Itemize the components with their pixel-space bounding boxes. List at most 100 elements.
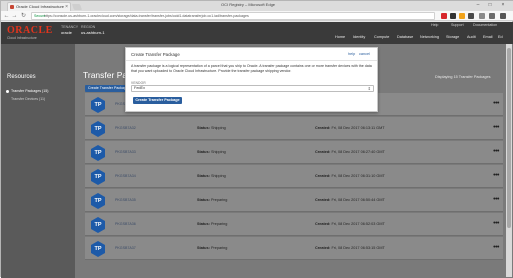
nav-database[interactable]: Database bbox=[397, 35, 413, 39]
transfer-package-icon: TP bbox=[91, 241, 105, 257]
nav-networking[interactable]: Networking bbox=[420, 35, 439, 39]
created-value: Fri, 08 Dec 2017 06:52:03 GMT bbox=[331, 222, 385, 226]
nav-home[interactable]: Home bbox=[335, 35, 345, 39]
extension-icon[interactable] bbox=[489, 13, 495, 19]
page-scrollbar[interactable] bbox=[506, 44, 512, 277]
row-actions-icon[interactable]: ••• bbox=[493, 196, 499, 203]
tab-strip: Oracle Cloud Infrastructure × OCI Regist… bbox=[1, 1, 513, 11]
row-created: Created: Fri, 08 Dec 2017 06:50:44 GMT bbox=[315, 198, 385, 202]
nav-email[interactable]: Email bbox=[483, 35, 493, 39]
row-actions-icon[interactable]: ••• bbox=[493, 100, 499, 107]
row-created: Created: Fri, 08 Dec 2017 06:27:40 GMT bbox=[315, 150, 385, 154]
created-value: Fri, 08 Dec 2017 06:50:44 GMT bbox=[331, 198, 385, 202]
close-tab-icon[interactable]: × bbox=[65, 3, 68, 11]
back-button[interactable]: ← bbox=[3, 12, 10, 20]
sidebar-item-transfer-packages[interactable]: Transfer Packages (15) bbox=[11, 89, 48, 93]
nav-audit[interactable]: Audit bbox=[467, 35, 476, 39]
dialog-description: A transfer package is a logical represen… bbox=[131, 64, 372, 73]
status-value: Shipping bbox=[210, 126, 226, 130]
created-label: Created: bbox=[315, 126, 331, 130]
row-actions-icon[interactable]: ••• bbox=[493, 172, 499, 179]
support-link[interactable]: Support bbox=[451, 23, 464, 27]
extension-icon[interactable] bbox=[468, 13, 474, 19]
dialog-title: Create Transfer Package bbox=[131, 52, 180, 57]
region-label: REGION bbox=[81, 25, 96, 29]
help-link[interactable]: Help bbox=[431, 23, 438, 27]
extension-icon[interactable] bbox=[441, 13, 447, 19]
create-transfer-package-dialog: Create Transfer Package help cancel A tr… bbox=[125, 47, 378, 112]
row-actions-icon[interactable]: ••• bbox=[493, 124, 499, 131]
close-window-button[interactable]: × bbox=[498, 1, 508, 10]
console-header: ORACLE Cloud Infrastructure TENANCY orac… bbox=[1, 22, 513, 44]
status-value: Shipping bbox=[210, 150, 226, 154]
transfer-package-icon: TP bbox=[91, 169, 105, 185]
table-row[interactable]: TP PKGSB7A37 Status: Preparing Created: … bbox=[85, 237, 503, 260]
package-name-link[interactable]: PKGSB7A36 bbox=[115, 222, 136, 226]
row-status: Status: Preparing bbox=[197, 222, 227, 226]
package-name-link[interactable]: PKGSB7A33 bbox=[115, 150, 136, 154]
select-caret-icon: ⇕ bbox=[367, 86, 371, 91]
resources-title: Resources bbox=[7, 74, 36, 80]
created-label: Created: bbox=[315, 246, 331, 250]
table-row[interactable]: TP PKGSB7A32 Status: Shipping Created: F… bbox=[85, 117, 503, 140]
row-actions-icon[interactable]: ••• bbox=[493, 244, 499, 251]
table-row[interactable]: TP PKGSB7A33 Status: Shipping Created: F… bbox=[85, 141, 503, 164]
created-label: Created: bbox=[315, 150, 331, 154]
logo-subtitle: Cloud Infrastructure bbox=[7, 36, 37, 40]
package-name-link[interactable]: PKGSB7A35 bbox=[115, 198, 136, 202]
row-status: Status: Shipping bbox=[197, 126, 226, 130]
menu-icon[interactable] bbox=[500, 13, 506, 19]
minimize-button[interactable]: – bbox=[473, 1, 483, 10]
new-tab-button[interactable] bbox=[71, 4, 83, 10]
table-row[interactable]: TP PKGSB7A35 Status: Preparing Created: … bbox=[85, 189, 503, 212]
oracle-logo[interactable]: ORACLE bbox=[7, 25, 53, 36]
extension-icon[interactable] bbox=[479, 13, 485, 19]
maximize-button[interactable]: □ bbox=[485, 1, 495, 10]
browser-window: Oracle Cloud Infrastructure × OCI Regist… bbox=[0, 0, 513, 278]
package-name-link[interactable]: PKGSB7A34 bbox=[115, 174, 136, 178]
table-row[interactable]: TP PKGSB7A34 Status: Shipping Created: F… bbox=[85, 165, 503, 188]
region-value[interactable]: us-ashburn-1 bbox=[81, 30, 105, 35]
vendor-select[interactable]: FedEx ⇕ bbox=[131, 85, 374, 92]
status-label: Status: bbox=[197, 126, 210, 130]
url-input[interactable]: Secure https://console.us-ashburn-1.orac… bbox=[31, 12, 435, 20]
row-actions-icon[interactable]: ••• bbox=[493, 148, 499, 155]
browser-tab[interactable]: Oracle Cloud Infrastructure × bbox=[7, 2, 71, 11]
created-label: Created: bbox=[315, 222, 331, 226]
row-created: Created: Fri, 08 Dec 2017 06:13:11 GMT bbox=[315, 126, 385, 130]
nav-compute[interactable]: Compute bbox=[374, 35, 389, 39]
transfer-package-icon: TP bbox=[91, 145, 105, 161]
address-bar: ← → ↻ Secure https://console.us-ashburn-… bbox=[1, 11, 513, 21]
tenancy-value[interactable]: oracle bbox=[61, 30, 72, 35]
dialog-divider bbox=[126, 60, 377, 61]
status-label: Status: bbox=[197, 198, 210, 202]
transfer-package-icon: TP bbox=[91, 217, 105, 233]
status-label: Status: bbox=[197, 150, 210, 154]
package-name-link[interactable]: PKGSB7A32 bbox=[115, 126, 136, 130]
package-name-link[interactable]: PKGSB7A37 bbox=[115, 246, 136, 250]
displaying-count: Displaying 15 Transfer Packages bbox=[435, 75, 491, 79]
create-transfer-package-submit-button[interactable]: Create Transfer Package bbox=[133, 97, 182, 104]
help-link[interactable]: help bbox=[348, 52, 355, 56]
cancel-link[interactable]: cancel bbox=[359, 52, 370, 56]
extension-icon[interactable] bbox=[459, 13, 465, 19]
reload-button[interactable]: ↻ bbox=[20, 12, 27, 20]
transfer-package-icon: TP bbox=[91, 193, 105, 209]
forward-button[interactable]: → bbox=[11, 12, 18, 20]
extension-icon[interactable] bbox=[450, 13, 456, 19]
secure-label: Secure bbox=[34, 14, 46, 18]
nav-identity[interactable]: Identity bbox=[353, 35, 365, 39]
scrollbar-thumb[interactable] bbox=[507, 48, 511, 228]
nav-edge[interactable]: Ed bbox=[498, 35, 503, 39]
created-label: Created: bbox=[315, 174, 331, 178]
table-row[interactable]: TP PKGSB7A36 Status: Preparing Created: … bbox=[85, 213, 503, 236]
row-actions-icon[interactable]: ••• bbox=[493, 220, 499, 227]
vendor-selected-value: FedEx bbox=[134, 86, 145, 90]
documentation-link[interactable]: Documentation bbox=[473, 23, 497, 27]
status-label: Status: bbox=[197, 222, 210, 226]
row-created: Created: Fri, 08 Dec 2017 06:52:03 GMT bbox=[315, 222, 385, 226]
transfer-package-icon: TP bbox=[91, 121, 105, 137]
transfer-package-icon: TP bbox=[91, 97, 105, 113]
sidebar-item-transfer-devices[interactable]: Transfer Devices (11) bbox=[11, 97, 45, 101]
nav-storage[interactable]: Storage bbox=[446, 35, 459, 39]
